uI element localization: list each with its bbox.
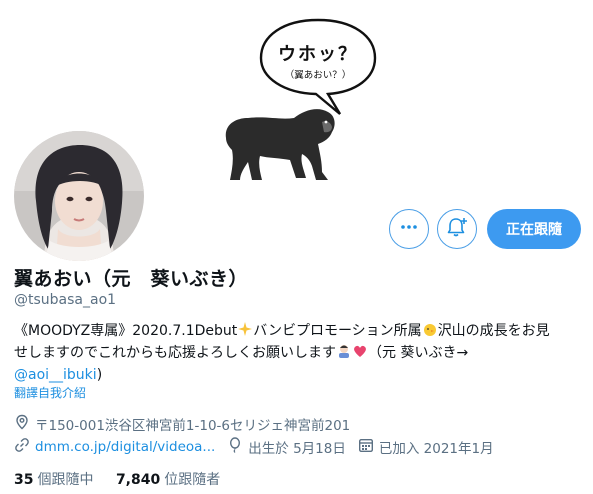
user-handle: @tsubasa_ao1: [14, 292, 117, 308]
website-link[interactable]: dmm.co.jp/digital/videoa...: [35, 439, 215, 455]
display-name: 翼あおい（元 葵いぶき）: [14, 268, 249, 290]
more-options-button[interactable]: [389, 209, 429, 249]
more-horizontal-icon: [400, 218, 418, 240]
follow-stats: 35 個跟隨中 7,840 位跟隨者: [14, 469, 238, 489]
birthday: 出生於 5月18日: [227, 437, 346, 457]
link-icon: [14, 437, 35, 457]
join-date: 已加入 2021年1月: [358, 437, 494, 457]
calendar-icon: [358, 437, 379, 457]
heart-emoji-icon: [352, 343, 368, 366]
followers-count[interactable]: 7,840 位跟隨者: [116, 469, 220, 489]
notification-bell-plus-icon: [446, 216, 468, 242]
followers-count-label: 位跟隨者: [164, 472, 221, 488]
translate-bio-link[interactable]: 翻譯自我介紹: [14, 384, 86, 401]
following-count-number: 35: [14, 472, 34, 488]
location: 〒150-001渋谷区神宮前1-10-6セリジェ神宮前201: [14, 414, 350, 434]
bubble-sub-text: （翼あおい？）: [285, 69, 352, 81]
avatar-photo: [14, 131, 144, 261]
join-date-text: 已加入 2021年1月: [378, 441, 494, 457]
following-count-label: 個跟隨中: [37, 472, 94, 488]
location-text: 〒150-001渋谷区神宮前1-10-6セリジェ神宮前201: [35, 418, 351, 434]
birthday-text: 出生於 5月18日: [248, 441, 346, 457]
following-button[interactable]: 正在跟隨: [487, 209, 581, 249]
chick-emoji-icon: [422, 321, 438, 344]
bio-text: 《MOODYZ専属》2020.7.1Debut: [14, 323, 238, 339]
avatar[interactable]: [10, 127, 148, 265]
bio-text: せしますのでこれからも応援よろしくお願いします: [14, 345, 336, 361]
sparkles-emoji-icon: [237, 321, 253, 344]
bio-text: 沢山の成長をお見: [437, 323, 550, 339]
location-pin-icon: [14, 414, 35, 434]
followers-count-number: 7,840: [115, 472, 161, 488]
notifications-button[interactable]: [437, 209, 477, 249]
bubble-main-text: ウホッ？: [278, 44, 358, 65]
profile-meta-row: dmm.co.jp/digital/videoa... 出生於 5月18日 已加…: [14, 437, 506, 457]
bio: 《MOODYZ専属》2020.7.1Debut バンビプロモーション所属 沢山の成長…: [14, 320, 584, 386]
profile-meta-location-row: 〒150-001渋谷区神宮前1-10-6セリジェ神宮前201: [14, 414, 362, 434]
bio-text: ): [96, 367, 103, 383]
bowing-person-emoji-icon: [336, 343, 352, 366]
mention-link[interactable]: @aoi__ibuki: [14, 367, 97, 383]
gorilla-illustration: [218, 100, 343, 194]
website[interactable]: dmm.co.jp/digital/videoa...: [14, 437, 215, 457]
bio-text: バンビプロモーション所属: [253, 323, 422, 339]
following-count[interactable]: 35 個跟隨中: [14, 469, 93, 489]
balloon-icon: [227, 437, 248, 457]
bio-text: （元 葵いぶき→: [368, 345, 469, 361]
